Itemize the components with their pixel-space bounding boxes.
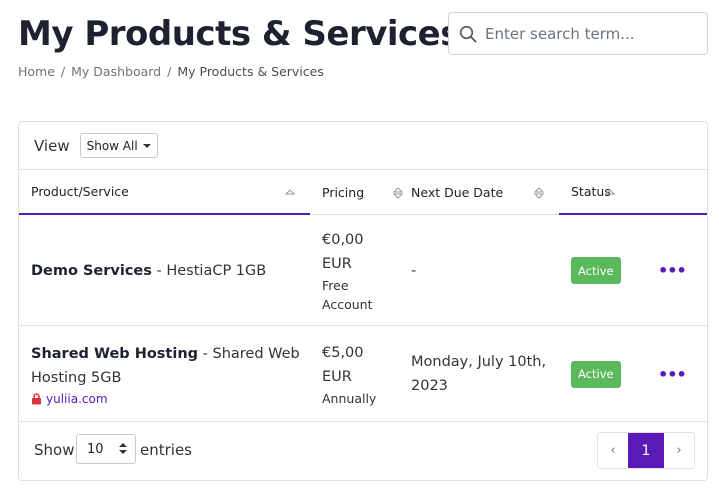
entries-per-page-select[interactable]: 10 <box>76 434 136 464</box>
entries-value: 10 <box>87 441 104 457</box>
status-cell: Active <box>571 215 621 326</box>
search-input[interactable] <box>485 24 685 43</box>
pagination-page-1[interactable]: 1 <box>628 433 664 468</box>
breadcrumb-home[interactable]: Home <box>18 64 55 79</box>
product-detail: Hosting 5GB <box>31 370 122 386</box>
breadcrumb-separator: / <box>167 64 172 79</box>
product-detail: - HestiaCP 1GB <box>151 262 267 279</box>
product-detail: - Shared Web <box>198 346 300 362</box>
status-cell: Active <box>571 326 621 422</box>
billing-cycle: Free <box>322 277 349 293</box>
due-date: 2023 <box>411 378 448 394</box>
table-footer: Show 10 entries ‹ 1 › <box>19 422 707 480</box>
product-name[interactable]: Shared Web Hosting <box>31 346 198 362</box>
sort-asc-icon <box>285 189 295 195</box>
product-cell: Shared Web Hosting - Shared Web Hosting … <box>31 326 303 422</box>
search-box[interactable] <box>448 12 708 55</box>
view-filter-select[interactable]: Show All <box>79 133 158 158</box>
pricing-cell: €5,00 EUR Annually <box>322 326 407 422</box>
page-title: My Products & Services <box>18 14 460 54</box>
domain-text: yuliia.com <box>46 392 108 406</box>
billing-cycle: Account <box>322 296 373 312</box>
view-filter-bar: View Show All <box>19 122 707 170</box>
status-badge: Active <box>571 257 621 284</box>
entries-label: entries <box>140 441 192 459</box>
due-date: - <box>411 262 417 279</box>
domain-link[interactable]: yuliia.com <box>31 392 303 406</box>
column-label: Product/Service <box>31 184 129 199</box>
breadcrumb-separator: / <box>60 64 66 79</box>
sort-asc-icon <box>605 189 615 195</box>
table-header: Product/Service Pricing Next Due Date St… <box>19 170 707 215</box>
due-date-cell: - <box>411 215 551 326</box>
row-actions: ••• <box>658 215 687 326</box>
billing-cycle: Annually <box>322 390 377 406</box>
product-cell: Demo Services - HestiaCP 1GB <box>31 215 301 326</box>
due-date-cell: Monday, July 10th, 2023 <box>411 326 559 422</box>
price-amount: €0,00 <box>322 231 364 248</box>
breadcrumb-current: My Products & Services <box>177 64 324 79</box>
table-row[interactable]: Shared Web Hosting - Shared Web Hosting … <box>19 326 707 422</box>
show-label: Show <box>34 441 75 459</box>
breadcrumb-dashboard[interactable]: My Dashboard <box>71 64 161 79</box>
pagination: ‹ 1 › <box>597 432 695 469</box>
column-label: Next Due Date <box>411 184 504 200</box>
price-amount: €5,00 <box>322 344 364 361</box>
view-filter-value: Show All <box>86 138 138 153</box>
column-label: Pricing <box>322 184 365 200</box>
product-name[interactable]: Demo Services <box>31 263 152 279</box>
lock-icon <box>32 393 41 405</box>
breadcrumb: Home / My Dashboard / My Products & Serv… <box>18 64 324 79</box>
column-header-status[interactable]: Status <box>559 170 707 215</box>
price-currency: EUR <box>322 368 352 385</box>
column-header-due-date[interactable]: Next Due Date <box>411 170 559 215</box>
sort-icon <box>534 187 544 199</box>
pricing-cell: €0,00 EUR Free Account <box>322 215 407 326</box>
view-label: View <box>34 136 70 155</box>
column-header-product[interactable]: Product/Service <box>19 170 310 215</box>
table-row[interactable]: Demo Services - HestiaCP 1GB €0,00 EUR F… <box>19 215 707 326</box>
column-header-pricing[interactable]: Pricing <box>310 170 411 215</box>
pagination-previous[interactable]: ‹ <box>598 433 628 468</box>
status-badge: Active <box>571 360 621 388</box>
more-actions-icon[interactable]: ••• <box>658 365 687 384</box>
products-card: View Show All Product/Service Pricing Ne… <box>18 121 708 481</box>
price-currency: EUR <box>322 255 352 272</box>
more-actions-icon[interactable]: ••• <box>658 261 687 280</box>
search-icon <box>459 25 477 42</box>
pagination-next[interactable]: › <box>664 433 694 468</box>
due-date: Monday, July 10th, <box>411 354 547 370</box>
row-actions: ••• <box>658 326 687 422</box>
sort-icon <box>393 187 403 199</box>
caret-down-icon <box>142 143 151 148</box>
select-arrows-icon <box>119 443 127 454</box>
